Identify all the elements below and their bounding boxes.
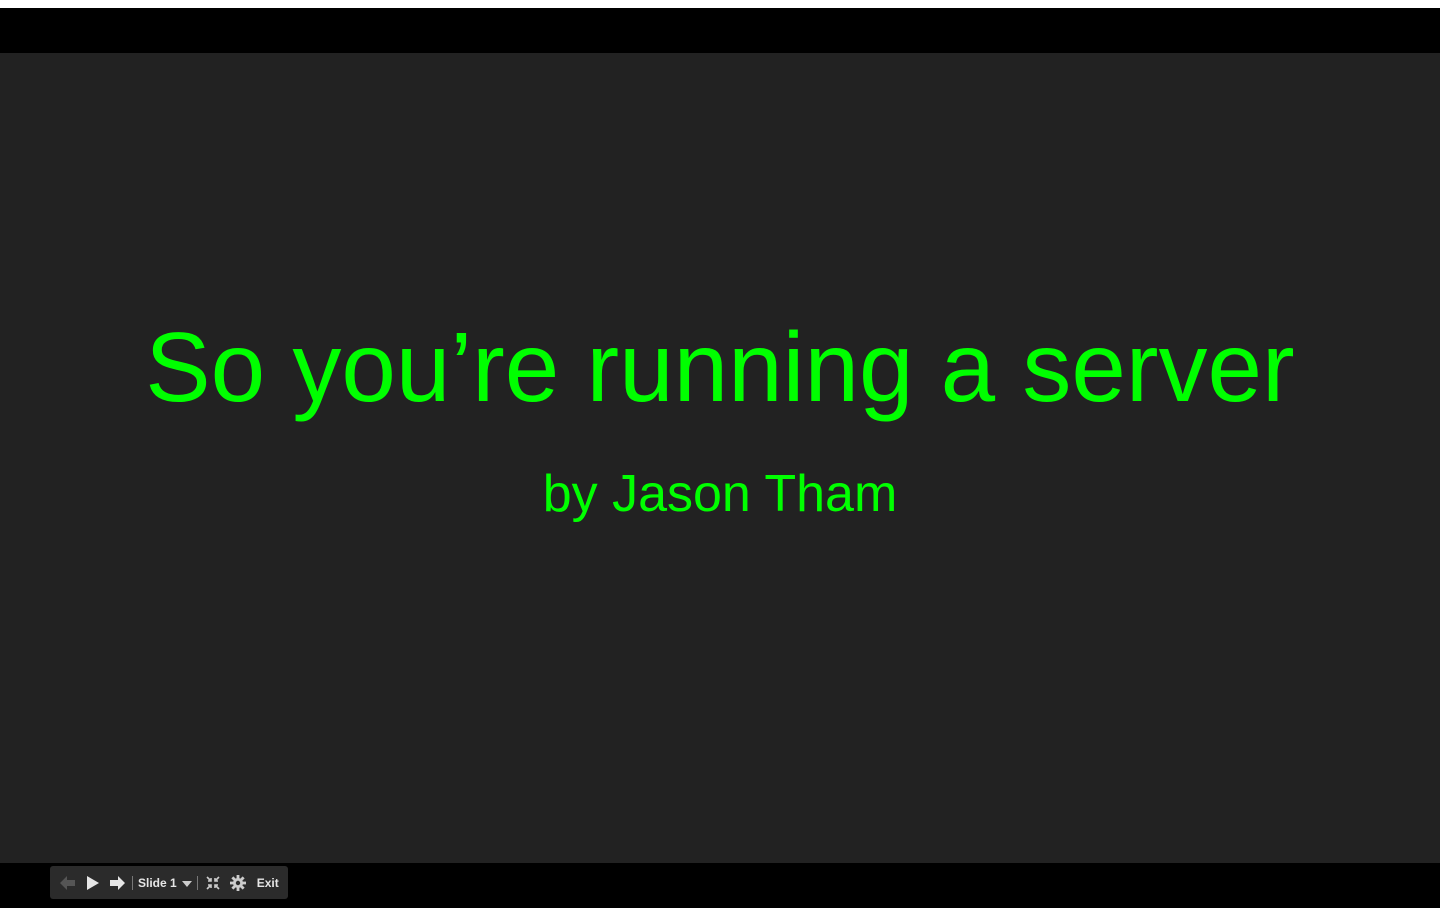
top-letterbox (0, 8, 1440, 53)
exit-fullscreen-button[interactable] (203, 871, 223, 895)
slide-selector-label: Slide 1 (138, 875, 177, 890)
slide-selector[interactable]: Slide 1 (138, 876, 192, 890)
play-icon (86, 875, 100, 890)
presenter-controls: Slide 1 Exit (50, 866, 288, 899)
chevron-down-icon (181, 876, 192, 890)
slide-canvas (0, 53, 1440, 863)
gear-icon (229, 874, 246, 891)
exit-fullscreen-icon (206, 875, 220, 890)
top-edge (0, 0, 1440, 8)
divider (132, 875, 133, 890)
slide-title: So you’re running a server (145, 312, 1295, 422)
previous-button[interactable] (58, 871, 78, 895)
exit-button[interactable]: Exit (257, 876, 279, 890)
next-arrow-icon (109, 875, 125, 890)
previous-arrow-icon (60, 875, 76, 890)
next-button[interactable] (107, 871, 127, 895)
slide-subtitle: by Jason Tham (542, 465, 898, 523)
divider (196, 875, 198, 890)
settings-button[interactable] (227, 871, 249, 895)
play-button[interactable] (82, 871, 104, 895)
